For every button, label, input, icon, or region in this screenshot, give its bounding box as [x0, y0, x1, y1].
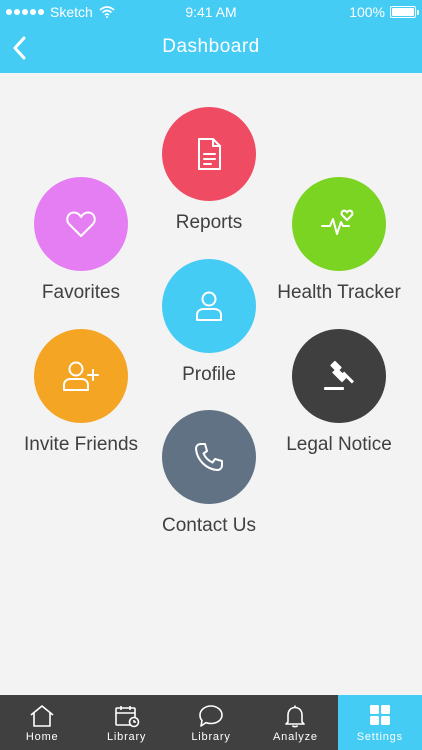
grid-icon: [369, 705, 390, 725]
bell-icon: [285, 705, 306, 728]
tab-label: Analyze: [273, 731, 318, 743]
add-user-icon: [63, 361, 99, 391]
tab-bar: Home Library Library Analyze Settings: [0, 695, 422, 750]
battery-percent: 100%: [349, 4, 385, 20]
heart-pulse-icon: [321, 209, 354, 235]
tab-analyze[interactable]: Analyze: [253, 695, 337, 750]
status-bar: Sketch 9:41 AM 100%: [0, 0, 422, 24]
favorites-label: Favorites: [41, 282, 121, 303]
tab-home[interactable]: Home: [0, 695, 84, 750]
battery-icon: [390, 6, 419, 18]
tab-library-calendar[interactable]: Library: [84, 695, 168, 750]
tab-label: Home: [25, 731, 59, 743]
user-icon: [196, 291, 222, 321]
gavel-icon: [324, 360, 355, 390]
phone-icon: [195, 443, 223, 471]
reports-label: Reports: [175, 212, 243, 233]
chat-bubble-icon: [199, 705, 223, 727]
page-title: Dashboard: [162, 36, 260, 57]
heart-icon: [66, 211, 96, 237]
profile-circle: [162, 259, 256, 353]
tab-label: Library: [106, 731, 147, 743]
tab-library-chat[interactable]: Library: [169, 695, 253, 750]
profile-label: Profile: [182, 364, 236, 385]
favorites-circle: [34, 177, 128, 271]
home-icon: [30, 705, 54, 727]
contact-us-button[interactable]: Contact Us: [119, 410, 299, 537]
invite-friends-circle: [34, 329, 128, 423]
tab-settings[interactable]: Settings: [337, 695, 422, 750]
document-icon: [198, 138, 221, 170]
tab-label: Library: [191, 731, 231, 743]
legal-notice-label: Legal Notice: [286, 434, 392, 455]
header-bar: Sketch 9:41 AM 100% Dashboard: [0, 0, 422, 73]
battery-status: 100%: [349, 4, 419, 20]
legal-notice-circle: [292, 329, 386, 423]
health-tracker-circle: [292, 177, 386, 271]
tab-label: Settings: [356, 731, 403, 743]
contact-us-label: Contact Us: [162, 515, 256, 536]
contact-us-circle: [162, 410, 256, 504]
calendar-clock-icon: [114, 706, 139, 728]
reports-circle: [162, 107, 256, 201]
